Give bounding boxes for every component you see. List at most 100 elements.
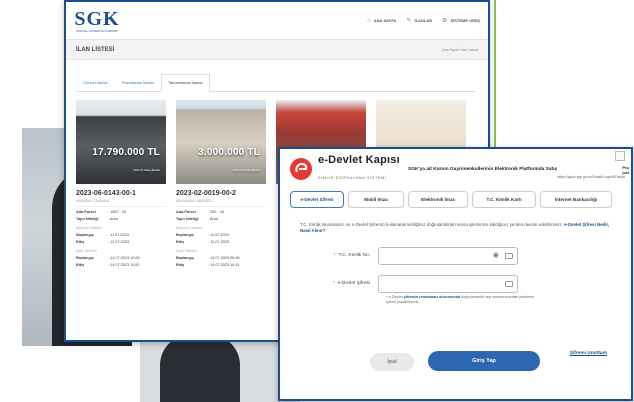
ada-parsel-row: Ada-Parsel : 252 - 44 (176, 210, 266, 214)
login-method-tabs: e-Devlet Şifresi Mobil İmza Elektronik İ… (290, 191, 621, 208)
sgk-top-nav: ⌂ ANA SAYFA ✎ İLANLAR ⚙ SİSTEME GİRİŞ (367, 17, 480, 25)
pointer-line-green (494, 0, 496, 150)
start-label: Başlangıç (176, 233, 194, 237)
ada-label: Ada-Parsel (176, 210, 196, 214)
tab-completed[interactable]: Tamamlanan İlanlar (160, 74, 210, 92)
tc-number-input[interactable]: ◉ (378, 246, 518, 265)
edevlet-brand-name: e-Devlet Kapısı (318, 154, 400, 166)
login-info: T.C. Kimlik Numaranızı ve e-Devlet Şifre… (300, 222, 619, 235)
ada-parsel-row: Ada-Parsel : 1567 - 16 (76, 210, 166, 214)
password-row: * e-Devlet Şifresi (280, 274, 631, 293)
home-icon: ⌂ (367, 17, 371, 24)
tc-label: * T.C. Kimlik No. (333, 253, 370, 259)
service-url: https://sgktz.sgk.gov.tr/Emlak/Login/EDe… (556, 175, 625, 179)
application-start-row: Başlangıç : 11.07.2023 (76, 233, 166, 237)
price-tag: 17.790.000 TL Tahmini Satış Bedeli (92, 147, 160, 176)
forgot-password-link[interactable]: Şifremi Unuttum (570, 351, 607, 356)
nav-home[interactable]: ⌂ ANA SAYFA (367, 17, 396, 24)
password-label-text: e-Devlet Şifresi (337, 281, 370, 287)
tc-label-text: T.C. Kimlik No. (338, 253, 370, 259)
ada-value: : 252 - 44 (208, 210, 225, 214)
start-label: Başlangıç (76, 256, 94, 260)
broken-image-icon (615, 151, 625, 161)
start-label: Başlangıç (176, 256, 194, 260)
end-value: : 12.07.2023 (108, 240, 130, 244)
price-subtitle: Tahmini Satış Bedeli (232, 168, 260, 172)
listing-card[interactable]: 17.790.000 TL Tahmini Satış Bedeli 2023-… (76, 100, 166, 267)
nav-home-label: ANA SAYFA (373, 18, 397, 23)
edevlet-brand-subtitle: KİMLİK DOĞRULAMA SİSTEMİ (318, 176, 387, 180)
keyboard-icon[interactable] (505, 280, 513, 287)
listing-code: 2023-02-0019-00-2 (176, 190, 236, 197)
sgk-header: SGK SOSYAL GÜVENLİK KURUMU ⌂ ANA SAYFA ✎ İ… (66, 2, 488, 40)
price-subtitle: Tahmini Satış Bedeli (132, 168, 160, 172)
password-input[interactable] (378, 274, 518, 293)
breadcrumb[interactable]: Ana Sayfa / İlan Listesi (442, 48, 478, 52)
service-title: SGK'ya ait Kurum Gayrimenkullerinin Elek… (408, 167, 558, 172)
end-label: Bitiş (176, 240, 185, 244)
end-value: : 12.07.2023 (208, 240, 230, 244)
login-button[interactable]: Giriş Yap (428, 351, 540, 371)
application-end-row: Bitiş : 12.07.2023 (176, 240, 266, 244)
end-value: : 14.07.2023 11:00 (108, 263, 140, 267)
tab-internet-banking[interactable]: İnternet Bankacılığı (540, 191, 612, 208)
auction-dates-title: İhale Tarihleri (76, 249, 97, 253)
tc-row: * T.C. Kimlik No. ◉ (280, 246, 631, 265)
tab-current[interactable]: Güncel İlanlar (76, 74, 115, 91)
sgk-titlebar: İLAN LİSTESİ Ana Sayfa / İlan Listesi (66, 40, 488, 60)
tapu-value: : Arsa (208, 217, 218, 221)
auction-start-row: Başlangıç : 14.07.2023 08:30 (176, 256, 266, 260)
sgk-logo-subtitle: SOSYAL GÜVENLİK KURUMU (76, 28, 118, 33)
edevlet-header: e-Devlet Kapısı KİMLİK DOĞRULAMA SİSTEMİ… (280, 149, 631, 189)
ada-label: Ada-Parsel (76, 210, 96, 214)
keyboard-icon[interactable] (505, 252, 513, 259)
tapu-label: Tapu Niteliği (176, 217, 199, 221)
start-value: : 14.07.2023 10:00 (108, 256, 140, 260)
listing-code: 2023-06-0143-00-1 (76, 190, 136, 197)
tab-mobile-signature[interactable]: Mobil İmza (348, 191, 404, 208)
price-value: 17.790.000 TL (92, 147, 160, 158)
edevlet-logo-icon (290, 158, 312, 180)
sgk-logo-text: SGK (74, 7, 120, 30)
divider (176, 206, 266, 207)
ada-value: : 1567 - 16 (108, 210, 127, 214)
tab-electronic-signature[interactable]: Elektronik İmza (408, 191, 468, 208)
nav-listings[interactable]: ✎ İLANLAR (406, 17, 432, 24)
listing-location: ADIYAMAN / MERKEZ (176, 199, 212, 203)
start-label: Başlangıç (76, 233, 94, 237)
edit-icon: ✎ (406, 18, 412, 24)
tab-edevlet-password[interactable]: e-Devlet Şifresi (290, 191, 344, 208)
tapu-label: Tapu Niteliği (76, 217, 99, 221)
tab-id-card[interactable]: T.C. Kimlik Kartı (472, 191, 536, 208)
tapu-value: : Arsa (108, 217, 118, 221)
application-dates-title: Başvuru Tarihleri (176, 226, 203, 230)
tapu-row: Tapu Niteliği : Arsa (176, 217, 266, 221)
edevlet-login-window: e-Devlet Kapısı KİMLİK DOĞRULAMA SİSTEMİ… (278, 147, 633, 401)
start-value: : 14.07.2023 08:30 (208, 256, 240, 260)
auction-dates-title: İhale Tarihleri (176, 249, 197, 253)
auction-end-row: Bitiş: 14.07.2023 16:11 (176, 263, 266, 267)
eye-icon[interactable]: ◉ (493, 252, 499, 260)
service-title-overflow: Pro jesi (622, 165, 629, 175)
nav-login[interactable]: ⚙ SİSTEME GİRİŞ (442, 17, 480, 24)
hint-text-start: * e-Devlet (386, 294, 404, 299)
application-dates-title: Başvuru Tarihleri (76, 226, 103, 230)
listing-location: ANKARA / ÇANKAYA (76, 199, 110, 203)
end-value: : 14.07.2023 16:11 (208, 263, 240, 267)
tapu-row: Tapu Niteliği : Arsa (76, 217, 166, 221)
listing-card[interactable]: 3.000.000 TL Tahmini Satış Bedeli 2023-0… (176, 100, 266, 267)
hint-emphasis: şifrenizi unutmanız durumunda (403, 294, 461, 299)
start-value: : 11.07.2023 (108, 233, 129, 237)
tab-marketed[interactable]: Pazarlanan İlanlar (115, 74, 161, 91)
application-end-row: Bitiş : 12.07.2023 (76, 240, 166, 244)
divider (76, 206, 166, 207)
sgk-logo[interactable]: SGK SOSYAL GÜVENLİK KURUMU (74, 7, 120, 35)
end-label: Bitiş (76, 263, 85, 267)
gear-icon: ⚙ (442, 18, 448, 24)
auction-start-row: Başlangıç : 14.07.2023 10:00 (76, 256, 166, 260)
end-label: Bitiş (76, 240, 85, 244)
listing-tabs: Güncel İlanlar Pazarlanan İlanlar Tamaml… (76, 74, 476, 92)
password-label: * e-Devlet Şifresi (332, 281, 370, 287)
start-value: : 11.07.2023 (208, 233, 229, 237)
cancel-button[interactable]: İptal (370, 353, 414, 371)
